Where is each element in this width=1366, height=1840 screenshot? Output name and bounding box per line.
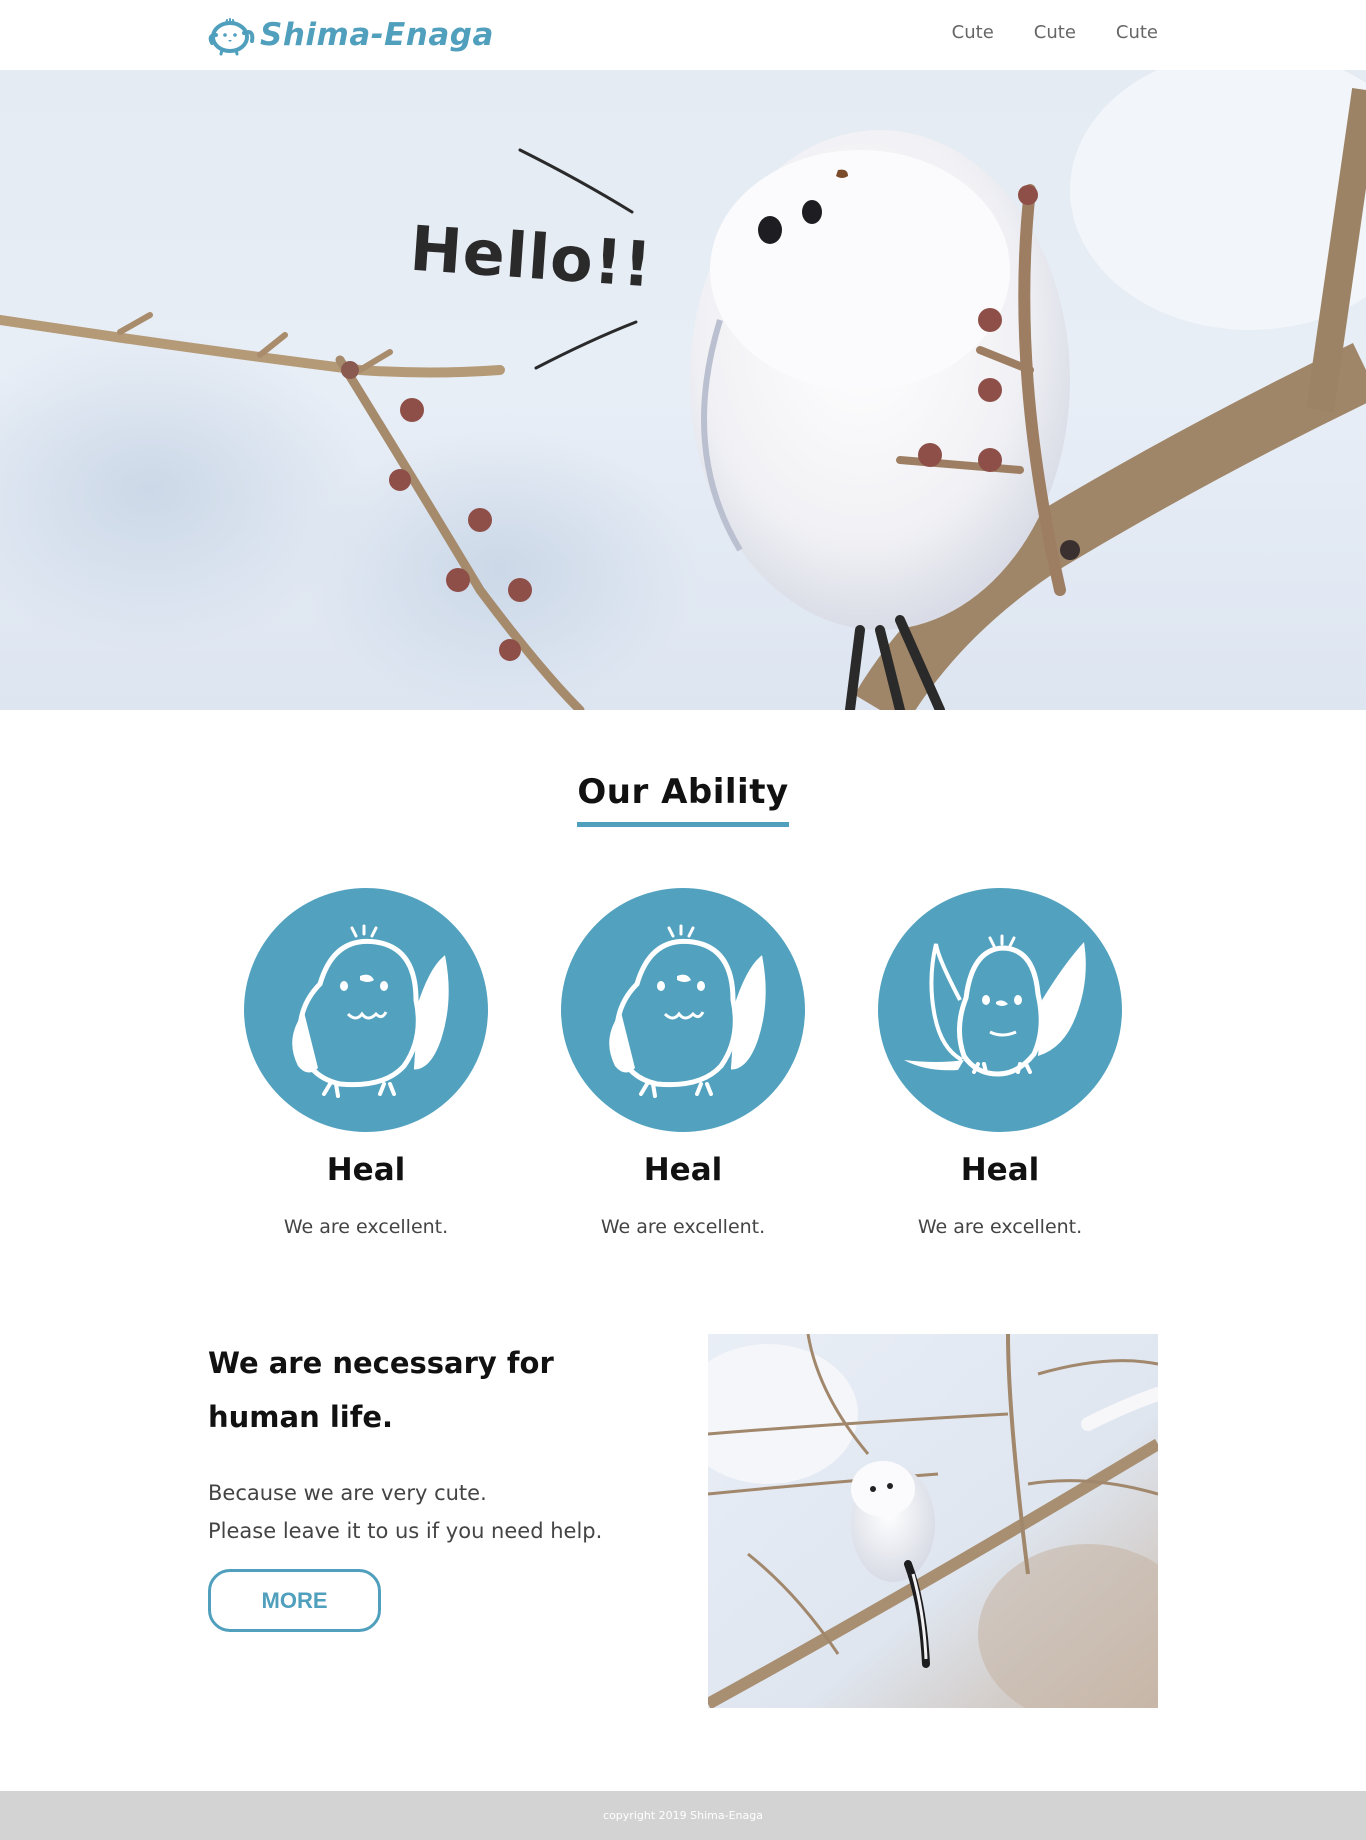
nav-link-cute-2[interactable]: Cute bbox=[1034, 22, 1076, 43]
main-nav: Cute Cute Cute bbox=[952, 22, 1158, 43]
ability-title: Heal bbox=[643, 1152, 723, 1188]
hero-banner: Hello!! bbox=[0, 70, 1366, 710]
copyright-text: copyright 2019 Shima-Enaga bbox=[603, 1809, 763, 1822]
feature-description: Because we are very cute. Please leave i… bbox=[208, 1474, 668, 1550]
ability-title: Heal bbox=[326, 1152, 406, 1188]
site-logo[interactable]: Shima-Enaga bbox=[208, 12, 494, 58]
feature-desc-line2: Please leave it to us if you need help. bbox=[208, 1519, 603, 1543]
bird-wing-up-icon bbox=[244, 888, 488, 1132]
logo-text: Shima-Enaga bbox=[260, 17, 494, 53]
feature-bird-photo bbox=[708, 1334, 1158, 1708]
site-header: Shima-Enaga Cute Cute Cute bbox=[0, 0, 1366, 70]
ability-text: We are excellent. bbox=[917, 1216, 1083, 1238]
nav-link-cute-1[interactable]: Cute bbox=[952, 22, 994, 43]
ability-list: Heal We are excellent. Heal We are excel… bbox=[208, 888, 1158, 1238]
hero-bird-photo bbox=[0, 70, 1366, 710]
feature-section: We are necessary for human life. Because… bbox=[208, 1336, 668, 1550]
feature-heading-line1: We are necessary for bbox=[208, 1346, 554, 1380]
ability-card: Heal We are excellent. bbox=[525, 888, 841, 1238]
bird-wings-spread-icon bbox=[878, 888, 1122, 1132]
site-footer: copyright 2019 Shima-Enaga bbox=[0, 1791, 1366, 1840]
feature-desc-line1: Because we are very cute. bbox=[208, 1481, 487, 1505]
feature-heading-line2: human life. bbox=[208, 1400, 394, 1434]
ability-card: Heal We are excellent. bbox=[208, 888, 524, 1238]
ability-card: Heal We are excellent. bbox=[842, 888, 1158, 1238]
more-button[interactable]: MORE bbox=[208, 1569, 381, 1632]
nav-link-cute-3[interactable]: Cute bbox=[1116, 22, 1158, 43]
feature-heading: We are necessary for human life. bbox=[208, 1336, 668, 1444]
ability-text: We are excellent. bbox=[283, 1216, 449, 1238]
ability-text: We are excellent. bbox=[600, 1216, 766, 1238]
ability-title: Heal bbox=[960, 1152, 1040, 1188]
bird-wing-up-icon bbox=[561, 888, 805, 1132]
section-title: Our Ability bbox=[577, 772, 789, 827]
bird-logo-icon bbox=[208, 18, 255, 56]
ability-section: Our Ability bbox=[0, 772, 1366, 827]
